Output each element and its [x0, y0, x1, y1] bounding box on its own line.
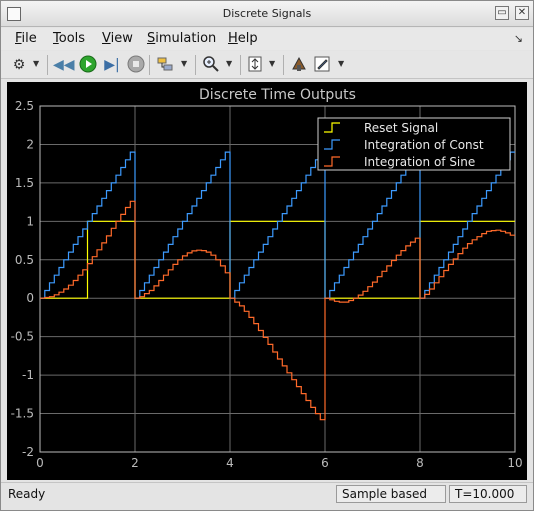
- window-title: Discrete Signals: [222, 7, 312, 20]
- y-tick-label: -1.5: [11, 407, 34, 421]
- menu-tools[interactable]: Tools: [53, 31, 85, 46]
- gear-icon[interactable]: ⚙: [9, 55, 29, 75]
- y-tick-label: 1.5: [15, 176, 34, 190]
- y-tick-label: 0.5: [15, 253, 34, 267]
- minimize-icon[interactable]: ▭: [495, 6, 509, 20]
- signal-selector-icon[interactable]: [155, 55, 175, 75]
- toolbar-divider: [149, 55, 150, 75]
- autoscale-icon[interactable]: [245, 55, 265, 75]
- status-bar: Ready Sample based T=10.000: [1, 482, 533, 504]
- menu-help[interactable]: Help: [228, 31, 258, 46]
- scope-plot[interactable]: Discrete Time Outputs 0 2 4 6 8 10 2.5 2 1.5 1 0.5 0…: [7, 82, 527, 480]
- y-tick-label: 2.5: [15, 99, 34, 113]
- dock-pin-icon[interactable]: ↘: [514, 32, 523, 45]
- status-time: T=10.000: [449, 485, 527, 503]
- chevron-down-icon[interactable]: ▼: [33, 59, 39, 68]
- toolbar-divider: [47, 55, 48, 75]
- chevron-down-icon[interactable]: ▼: [181, 59, 187, 68]
- zoom-icon[interactable]: [201, 55, 221, 75]
- toolbar-divider: [240, 55, 241, 75]
- legend-entry: Reset Signal: [364, 121, 438, 135]
- menu-file[interactable]: File: [15, 31, 37, 46]
- chevron-down-icon[interactable]: ▼: [226, 59, 232, 68]
- y-tick-label: 2: [26, 137, 34, 151]
- step-back-icon[interactable]: ◀◀: [53, 55, 75, 75]
- title-bar: Discrete Signals ▭ ✕: [1, 1, 533, 27]
- edit-icon[interactable]: [312, 55, 332, 75]
- status-text: Ready: [8, 487, 46, 501]
- menu-simulation[interactable]: Simulation: [147, 31, 216, 46]
- toolbar-divider: [283, 55, 284, 75]
- series-integration-sine: [40, 200, 515, 421]
- run-icon[interactable]: [78, 55, 98, 75]
- toolbar: ⚙ ▼ ◀◀ ▶| ▼ ▼ ▼ ▼: [1, 51, 533, 79]
- chevron-down-icon[interactable]: ▼: [338, 59, 344, 68]
- y-tick-label: -1: [22, 368, 34, 382]
- legend-entry: Integration of Const: [364, 138, 484, 152]
- step-forward-icon[interactable]: ▶|: [102, 55, 122, 75]
- stop-icon[interactable]: [126, 55, 146, 75]
- x-tick-label: 2: [131, 456, 139, 470]
- x-tick-label: 8: [416, 456, 424, 470]
- chart-title: Discrete Time Outputs: [199, 87, 356, 103]
- y-tick-label: -0.5: [11, 330, 34, 344]
- y-tick-label: 1: [26, 214, 34, 228]
- legend-entry: Integration of Sine: [364, 155, 475, 169]
- x-tick-label: 0: [36, 456, 44, 470]
- y-tick-label: 0: [26, 291, 34, 305]
- highlight-icon[interactable]: [289, 55, 309, 75]
- menu-bar: File Tools View Simulation Help ↘: [1, 28, 533, 50]
- x-tick-label: 4: [226, 456, 234, 470]
- y-tick-label: -2: [22, 445, 34, 459]
- scope-window: Discrete Signals ▭ ✕ File Tools View Sim…: [0, 0, 534, 511]
- x-tick-label: 6: [321, 456, 329, 470]
- chevron-down-icon[interactable]: ▼: [269, 59, 275, 68]
- x-tick-label: 10: [507, 456, 522, 470]
- toolbar-divider: [195, 55, 196, 75]
- menu-view[interactable]: View: [102, 31, 133, 46]
- close-icon[interactable]: ✕: [515, 6, 529, 20]
- status-mode: Sample based: [336, 485, 446, 503]
